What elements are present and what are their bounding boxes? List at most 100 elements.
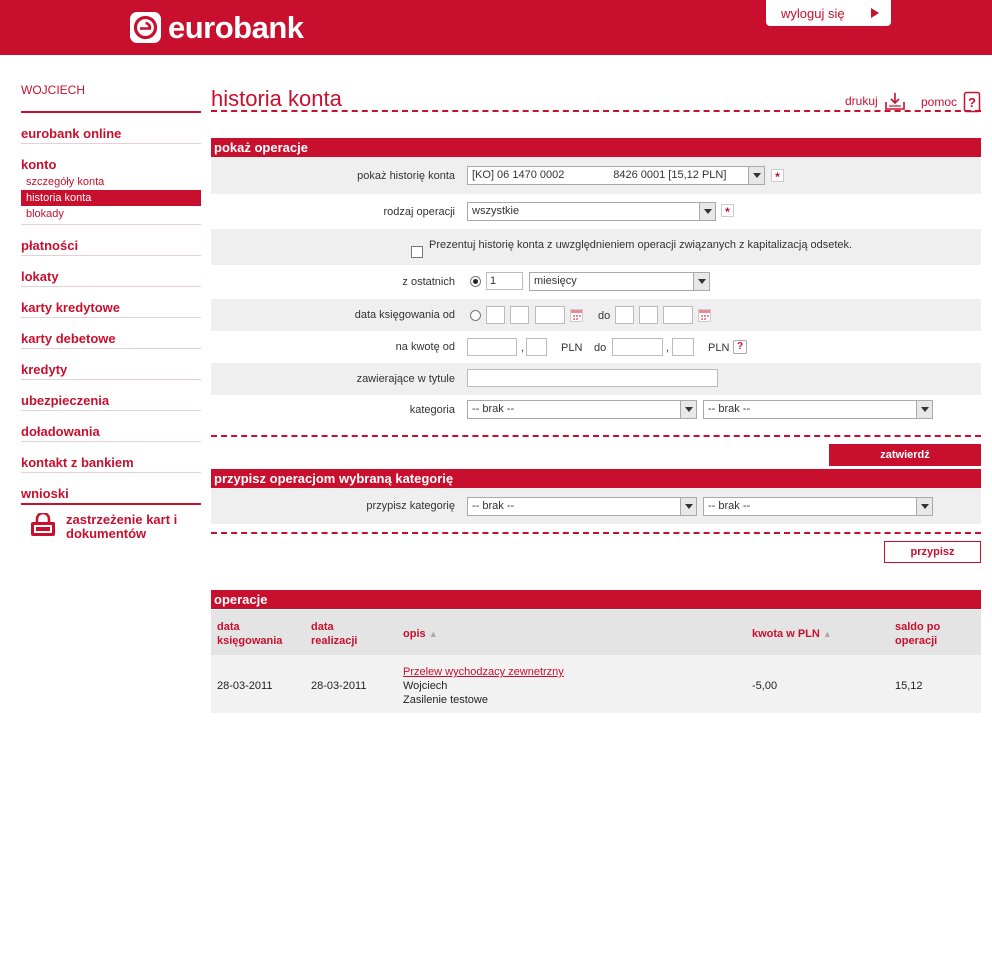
- card-block-label-line1: zastrzeżenie kart i: [66, 512, 178, 527]
- row-booking-date: 28-03-2011: [217, 680, 273, 692]
- category-row: kategoria -- brak -- -- brak --: [211, 395, 981, 425]
- eurobank-logo[interactable]: eurobank: [130, 12, 304, 43]
- date-to-day-input[interactable]: [615, 306, 634, 324]
- operations-section-header: operacje: [211, 590, 981, 609]
- operation-detail-link[interactable]: Przelew wychodzacy zewnetrzny: [403, 665, 564, 679]
- operations-table-header: data księgowania data realizacji opis ▲ …: [211, 610, 981, 655]
- assign-category-value: -- brak --: [472, 500, 515, 512]
- column-amount[interactable]: kwota w PLN ▲: [752, 627, 832, 641]
- sidebar-item-platnosci[interactable]: płatności: [21, 225, 201, 256]
- date-range-radio[interactable]: [470, 310, 481, 321]
- assign-button[interactable]: przypisz: [884, 541, 981, 563]
- amount-to-int-input[interactable]: [612, 338, 663, 356]
- capitalization-row: Prezentuj historię konta z uwzględnienie…: [211, 229, 981, 265]
- assign-section-header: przypisz operacjom wybraną kategorię: [211, 469, 981, 488]
- column-description[interactable]: opis ▲: [403, 627, 438, 641]
- column-booking-date[interactable]: data księgowania: [217, 620, 282, 648]
- sidebar-subitem-historia-konta[interactable]: historia konta: [21, 190, 201, 206]
- logout-label: wyloguj się: [781, 5, 845, 21]
- help-icon[interactable]: ?: [733, 340, 747, 354]
- category-select-value: -- brak --: [472, 403, 515, 415]
- assign-subcategory-select[interactable]: -- brak --: [703, 497, 933, 516]
- amount-from-sep: ,: [521, 342, 525, 354]
- chevron-down-icon: [680, 401, 696, 418]
- help-label: pomoc: [921, 95, 958, 109]
- assign-label: przypisz kategorię: [366, 500, 455, 512]
- capitalization-label: Prezentuj historię konta z uwzględnienie…: [429, 239, 853, 251]
- sidebar-item-ubezpieczenia[interactable]: ubezpieczenia: [21, 380, 201, 411]
- table-row: 28-03-2011 28-03-2011 Przelew wychodzacy…: [211, 655, 981, 713]
- calendar-icon[interactable]: [698, 309, 711, 322]
- sidebar-item-karty-kredytowe[interactable]: karty kredytowe: [21, 287, 201, 318]
- category-select[interactable]: -- brak --: [467, 400, 697, 419]
- last-period-radio[interactable]: [470, 276, 481, 287]
- svg-text:?: ?: [968, 95, 976, 110]
- sidebar-item-konto[interactable]: konto: [21, 144, 201, 174]
- date-from-day-input[interactable]: [486, 306, 505, 324]
- card-block-label: zastrzeżenie kart i dokumentów: [66, 513, 177, 541]
- title-filter-input[interactable]: [467, 369, 718, 387]
- amount-label: na kwotę od: [395, 341, 455, 353]
- brand-name: eurobank: [168, 10, 304, 45]
- amount-to-label: do: [594, 342, 607, 354]
- user-name: WOJCIECH: [21, 82, 201, 113]
- column-booking-date-line1: data: [217, 621, 240, 633]
- card-block-link[interactable]: zastrzeżenie kart i dokumentów: [21, 513, 201, 541]
- title-divider: [211, 110, 981, 112]
- amount-to-dec-input[interactable]: [672, 338, 694, 356]
- column-description-label: opis: [403, 628, 426, 640]
- sidebar-item-doladowania[interactable]: doładowania: [21, 411, 201, 442]
- lock-icon: [31, 513, 55, 536]
- sidebar-subitem-blokady[interactable]: blokady: [21, 206, 201, 222]
- account-label: pokaż historię konta: [357, 169, 455, 182]
- capitalization-checkbox[interactable]: [411, 246, 423, 258]
- column-exec-date-line1: data: [311, 621, 334, 633]
- chevron-down-icon: [699, 203, 715, 220]
- optype-select-value: wszystkie: [472, 205, 520, 217]
- amount-from-currency: PLN: [561, 342, 583, 354]
- print-link[interactable]: drukuj: [845, 91, 906, 111]
- print-label: drukuj: [845, 94, 878, 108]
- amount-to-sep: ,: [666, 342, 670, 354]
- logout-button[interactable]: wyloguj się: [766, 0, 891, 26]
- sidebar-item-wnioski[interactable]: wnioski: [21, 473, 201, 505]
- assign-subcategory-value: -- brak --: [708, 500, 751, 512]
- date-from-year-input[interactable]: [535, 306, 565, 324]
- sidebar: WOJCIECH eurobank online konto szczegóły…: [21, 82, 201, 541]
- filter-divider: [211, 435, 981, 437]
- chevron-down-icon: [748, 167, 764, 184]
- subcategory-select-value: -- brak --: [708, 403, 751, 415]
- chevron-down-icon: [916, 401, 932, 418]
- amount-from-int-input[interactable]: [467, 338, 517, 356]
- optype-select[interactable]: wszystkie: [467, 202, 716, 221]
- last-period-label: z ostatnich: [402, 276, 455, 288]
- date-to-month-input[interactable]: [639, 306, 658, 324]
- row-description: Przelew wychodzacy zewnetrzny Wojciech Z…: [403, 665, 564, 707]
- subcategory-select[interactable]: -- brak --: [703, 400, 933, 419]
- last-period-input[interactable]: 1: [486, 272, 523, 290]
- submit-button[interactable]: zatwierdź: [829, 444, 981, 466]
- page-title: historia konta: [211, 86, 342, 111]
- date-from-month-input[interactable]: [510, 306, 529, 324]
- calendar-icon[interactable]: [570, 309, 583, 322]
- sidebar-item-kontakt-z-bankiem[interactable]: kontakt z bankiem: [21, 442, 201, 473]
- sidebar-item-kredyty[interactable]: kredyty: [21, 349, 201, 380]
- sidebar-item-lokaty[interactable]: lokaty: [21, 256, 201, 287]
- optype-row: rodzaj operacji wszystkie *: [211, 194, 981, 229]
- column-exec-date[interactable]: data realizacji: [311, 620, 357, 648]
- row-balance: 15,12: [895, 680, 923, 692]
- required-icon: *: [721, 204, 734, 219]
- account-select[interactable]: [KO] 06 1470 0002 8426 0001 [15,12 PLN]: [467, 166, 765, 185]
- column-amount-label: kwota w PLN: [752, 628, 820, 640]
- assign-category-select[interactable]: -- brak --: [467, 497, 697, 516]
- sidebar-item-karty-debetowe[interactable]: karty debetowe: [21, 318, 201, 349]
- sidebar-subitem-szczegoly-konta[interactable]: szczegóły konta: [21, 174, 201, 190]
- sidebar-item-eurobank-online[interactable]: eurobank online: [21, 113, 201, 144]
- last-period-unit-select[interactable]: miesięcy: [529, 272, 710, 291]
- eurobank-logo-mark-icon: [130, 12, 161, 43]
- amount-from-dec-input[interactable]: [526, 338, 547, 356]
- column-balance[interactable]: saldo po operacji: [895, 620, 943, 648]
- date-to-year-input[interactable]: [663, 306, 693, 324]
- assign-row: przypisz kategorię -- brak -- -- brak --: [211, 488, 981, 524]
- date-range-label: data księgowania od: [354, 309, 455, 321]
